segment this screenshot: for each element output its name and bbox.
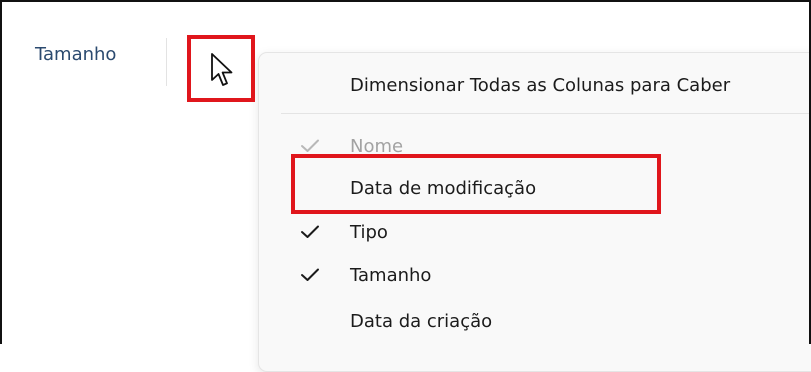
menu-item-label: Data da criação bbox=[350, 310, 493, 332]
checkmark-icon bbox=[299, 264, 321, 286]
menu-item-label: Dimensionar Todas as Colunas para Caber bbox=[350, 74, 731, 96]
context-menu: Dimensionar Todas as Colunas para Caber … bbox=[258, 52, 811, 372]
menu-separator bbox=[281, 113, 811, 114]
menu-item-label: Tipo bbox=[350, 221, 388, 243]
checkmark-icon bbox=[299, 135, 321, 157]
menu-item-size-all-columns[interactable]: Dimensionar Todas as Colunas para Caber bbox=[259, 63, 811, 107]
mouse-pointer-icon bbox=[210, 52, 236, 90]
column-header-tamanho[interactable]: Tamanho bbox=[35, 44, 116, 65]
column-divider[interactable] bbox=[166, 38, 167, 86]
menu-item-label: Data de modificação bbox=[350, 177, 537, 199]
menu-item-label: Tamanho bbox=[350, 264, 432, 286]
menu-item-nome: Nome bbox=[259, 124, 811, 168]
menu-item-data-de-modificacao[interactable]: Data de modificação bbox=[259, 166, 811, 210]
checkmark-icon bbox=[299, 221, 321, 243]
menu-item-label: Nome bbox=[350, 135, 404, 157]
menu-item-tipo[interactable]: Tipo bbox=[259, 210, 811, 254]
menu-item-tamanho[interactable]: Tamanho bbox=[259, 253, 811, 297]
menu-item-data-da-criacao[interactable]: Data da criação bbox=[259, 299, 811, 343]
